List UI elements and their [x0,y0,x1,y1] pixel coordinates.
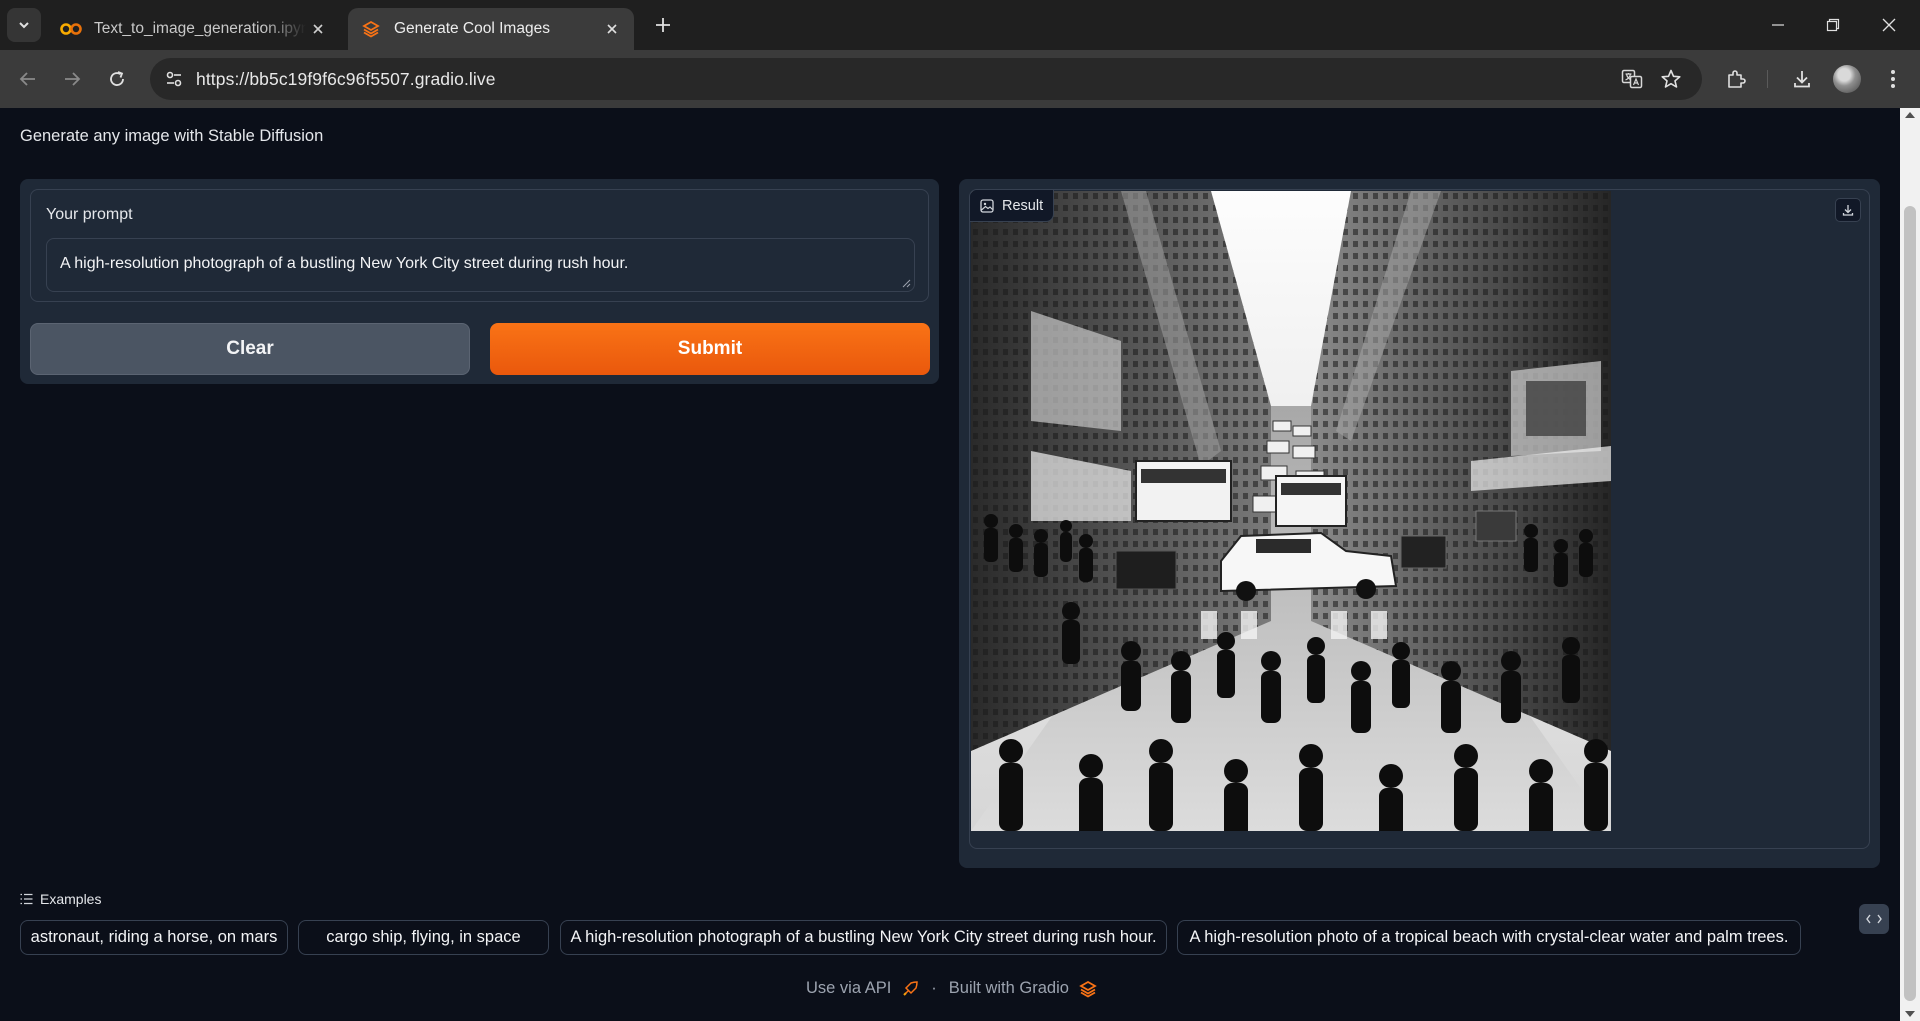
arrow-left-icon [19,72,35,86]
prompt-textarea[interactable]: A high-resolution photograph of a bustli… [46,238,915,292]
download-icon [1842,205,1854,216]
built-with-gradio-link[interactable]: Built with Gradio [949,979,1069,998]
minimize-icon [1772,24,1784,26]
new-tab-button[interactable] [650,12,676,38]
code-icon [1866,914,1882,924]
download-icon[interactable] [1788,65,1816,93]
list-icon [20,893,33,905]
forward-button[interactable] [56,63,88,95]
result-label: Result [1002,197,1044,214]
download-button[interactable] [1835,198,1861,222]
chevron-down-icon [19,22,29,29]
tab-title: Generate Cool Images [394,20,550,37]
tab-title: Text_to_image_generation.ipynb [94,20,306,37]
restore-icon [1826,18,1840,32]
app-description: Generate any image with Stable Diffusion [20,127,324,145]
gradio-icon [360,18,382,40]
prompt-label: Your prompt [46,206,133,223]
result-block: Result [969,189,1870,849]
examples-label: Examples [40,891,102,907]
tab-search-button[interactable] [7,8,41,42]
colab-icon [60,18,82,40]
clear-button[interactable]: Clear [30,323,470,375]
generated-image [971,191,1611,831]
submit-button[interactable]: Submit [490,323,930,375]
resize-grip-icon[interactable] [902,279,911,288]
star-icon[interactable] [1659,67,1683,91]
scroll-down-icon[interactable] [1905,1011,1915,1017]
example-item[interactable]: cargo ship, flying, in space [298,920,549,955]
prompt-block: Your prompt A high-resolution photograph… [30,189,929,302]
examples-header: Examples [20,891,101,907]
close-icon[interactable] [600,17,624,41]
site-info-button[interactable] [158,63,190,95]
page-scrollbar[interactable] [1900,108,1920,1021]
scrollbar-thumb[interactable] [1904,206,1916,1001]
address-bar[interactable]: https://bb5c19f9f6c96f5507.gradio.live [150,58,1702,100]
close-icon [1882,18,1896,32]
image-icon [980,198,994,213]
close-icon[interactable] [306,17,330,41]
scroll-up-icon[interactable] [1905,112,1915,118]
tab-colab-notebook[interactable]: Text_to_image_generation.ipynb [48,8,340,50]
close-window-button[interactable] [1874,10,1904,40]
output-panel: Result [959,179,1880,868]
example-item[interactable]: astronaut, riding a horse, on mars [20,920,288,955]
reload-button[interactable] [101,63,133,95]
toolbar-divider [1767,70,1768,88]
arrow-right-icon [65,72,81,86]
url-text: https://bb5c19f9f6c96f5507.gradio.live [196,69,496,89]
restore-button[interactable] [1818,10,1848,40]
example-item[interactable]: A high-resolution photo of a tropical be… [1177,920,1801,955]
extensions-icon[interactable] [1722,65,1750,93]
translate-icon[interactable] [1620,67,1644,91]
result-label-tag: Result [970,190,1055,222]
profile-avatar[interactable] [1833,65,1861,93]
gradio-app: Generate any image with Stable Diffusion… [0,108,1900,1021]
rocket-icon [901,980,919,998]
browser-tab-strip: Text_to_image_generation.ipynb Generate … [0,0,1920,50]
back-button[interactable] [12,63,44,95]
browser-toolbar: https://bb5c19f9f6c96f5507.gradio.live [0,50,1920,108]
more-menu-icon[interactable] [1879,65,1907,93]
reload-icon [110,71,124,86]
code-toggle-button[interactable] [1859,904,1889,934]
tab-generate-cool-images[interactable]: Generate Cool Images [348,8,634,50]
plus-icon [656,18,670,32]
example-item[interactable]: A high-resolution photograph of a bustli… [560,920,1167,955]
footer: Use via API · Built with Gradio [806,979,1097,998]
minimize-button[interactable] [1763,10,1793,40]
use-via-api-link[interactable]: Use via API [806,979,891,998]
tune-icon [166,71,182,87]
footer-separator: · [931,979,937,997]
gradio-logo-icon [1079,980,1097,998]
